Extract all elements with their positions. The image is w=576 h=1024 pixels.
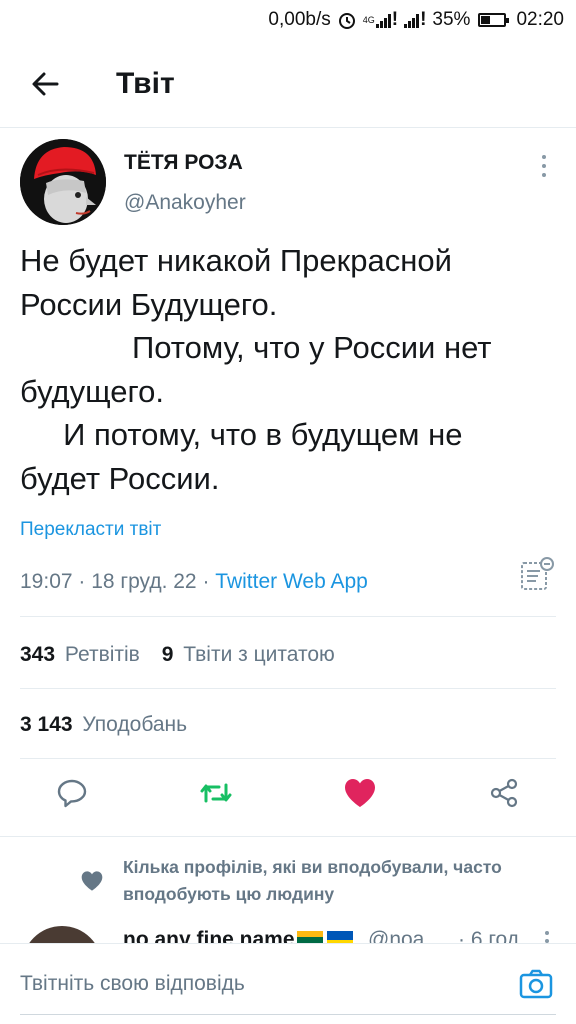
author-handle[interactable]: @Anakoyher xyxy=(124,191,246,215)
retweet-stats[interactable]: 343 Ретвітів 9 Твіти з цитатою xyxy=(20,643,335,667)
share-icon xyxy=(490,778,518,808)
alarm-icon xyxy=(337,10,357,30)
back-button[interactable] xyxy=(0,40,90,128)
suggestion-text: Кілька профілів, які ви вподобували, час… xyxy=(123,857,502,904)
camera-button[interactable] xyxy=(518,966,554,1002)
battery-icon xyxy=(478,13,510,27)
next-author-handle[interactable]: @noa xyxy=(368,928,424,943)
likes-label: Уподобань xyxy=(82,713,188,736)
reply-icon xyxy=(57,779,87,808)
retweets-count: 343 xyxy=(20,643,56,666)
likes-count: 3 143 xyxy=(20,713,73,736)
network-speed: 0,00b/s xyxy=(268,9,331,30)
tweet-meta: 19:07 · 18 груд. 22 · Twitter Web App xyxy=(20,570,368,593)
page-title: Твіт xyxy=(116,66,175,100)
share-button[interactable] xyxy=(482,771,526,815)
top-app-bar: Твіт xyxy=(0,40,576,128)
next-reply-time: · 6 год xyxy=(458,928,520,943)
flag-ukraine-icon xyxy=(326,931,353,943)
reply-composer xyxy=(0,943,576,1024)
like-button[interactable] xyxy=(338,771,382,815)
divider xyxy=(20,616,556,617)
flag-lithuania-icon xyxy=(296,931,323,943)
likes-stats[interactable]: 3 143 Уподобань xyxy=(20,713,187,737)
avatar[interactable] xyxy=(22,926,102,943)
reply-input[interactable] xyxy=(20,944,480,1024)
quotes-count: 9 xyxy=(161,643,174,666)
translate-tweet-link[interactable]: Перекласти твіт xyxy=(20,519,161,541)
tweet-time: 19:07 xyxy=(20,570,73,593)
retweets-label: Ретвітів xyxy=(64,643,140,666)
author-name[interactable]: ТЁТЯ РОЗА xyxy=(124,151,243,175)
more-vertical-icon[interactable] xyxy=(532,151,556,181)
tweet-author: ТЁТЯ РОЗА @Anakoyher xyxy=(0,129,576,234)
tweet-actions xyxy=(0,759,576,835)
reply-button[interactable] xyxy=(50,771,94,815)
camera-icon xyxy=(519,969,553,999)
tweet-date: 18 груд. 22 xyxy=(91,570,197,593)
avatar[interactable] xyxy=(20,139,106,225)
signal-icon: 4G ! xyxy=(362,9,399,30)
more-vertical-icon[interactable] xyxy=(544,930,550,943)
tweet-source[interactable]: Twitter Web App xyxy=(215,570,368,593)
divider xyxy=(20,688,556,689)
tweet-text: Не будет никакой Прекрасной России Будущ… xyxy=(20,243,492,496)
quotes-label: Твіти з цитатою xyxy=(183,643,335,666)
analytics-icon[interactable] xyxy=(516,555,556,595)
retweet-icon xyxy=(200,783,232,803)
tweet-detail: ТЁТЯ РОЗА @Anakoyher Не будет никакой Пр… xyxy=(0,129,576,593)
signal-icon-2: ! xyxy=(404,9,426,31)
network-type: 4G xyxy=(362,15,375,25)
heart-icon xyxy=(345,779,375,807)
clock: 02:20 xyxy=(516,9,564,30)
status-bar: 0,00b/s 4G ! ! 35% 02:20 xyxy=(0,0,576,40)
retweet-button[interactable] xyxy=(194,771,238,815)
section-separator xyxy=(0,836,576,837)
next-author-name[interactable]: no any fine name xyxy=(123,928,353,943)
input-underline xyxy=(20,1014,556,1015)
reply-suggestion[interactable]: Кілька профілів, які ви вподобували, час… xyxy=(0,838,576,943)
battery-percent: 35% xyxy=(432,9,471,30)
heart-icon xyxy=(80,870,104,897)
arrow-left-icon xyxy=(32,72,59,95)
